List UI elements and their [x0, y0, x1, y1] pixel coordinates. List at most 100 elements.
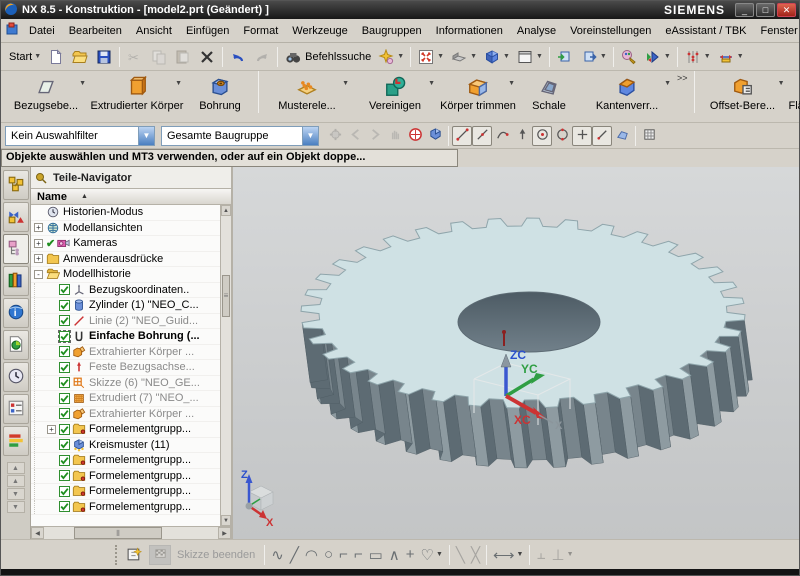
ellipse-button[interactable]: ♡▼ — [418, 543, 446, 567]
redo-button[interactable] — [250, 45, 274, 69]
menu-informationen[interactable]: Informationen — [429, 22, 510, 40]
tree-item[interactable]: Formelementgrupp... — [31, 484, 220, 500]
history-tab[interactable] — [3, 362, 29, 392]
dropdown-caret-icon[interactable]: ▼ — [470, 53, 477, 60]
auto-constrain-button[interactable]: ⊥▼ — [549, 543, 577, 567]
scroll-right-icon[interactable]: ▶ — [218, 527, 231, 539]
collapse-icon[interactable]: - — [34, 270, 43, 279]
tree-item[interactable]: Kreismuster (11) — [31, 438, 220, 454]
geometric-constraints-button[interactable]: ⫠ — [533, 543, 548, 566]
part-navigator-tab[interactable] — [3, 234, 29, 264]
open-file-button[interactable] — [68, 45, 92, 69]
tree-item[interactable]: Feste Bezugsachse... — [31, 360, 220, 376]
chevron-down-icon[interactable]: ▼ — [302, 127, 318, 145]
dropdown-caret-icon[interactable]: ▼ — [664, 53, 671, 60]
web-browser-tab[interactable]: i — [3, 298, 29, 328]
feature-checkbox[interactable] — [59, 424, 70, 435]
prev-selection-button[interactable] — [345, 126, 365, 146]
rectangle-button[interactable]: ▭ — [366, 543, 386, 567]
tree-item[interactable]: Formelementgrupp... — [31, 469, 220, 485]
snap-circle-toggle[interactable] — [552, 126, 572, 146]
feature-checkbox[interactable] — [59, 501, 70, 512]
save-button[interactable] — [92, 45, 116, 69]
tree-item[interactable]: +Anwenderausdrücke — [31, 252, 220, 268]
scroll-up-icon[interactable]: ▲ — [221, 205, 231, 216]
inferred-dimension-button[interactable]: ⟷▼ — [490, 543, 526, 567]
hd3d-tools-tab[interactable] — [3, 330, 29, 360]
tree-item[interactable]: Extrahierter Körper ... — [31, 345, 220, 361]
role-palette-button[interactable] — [617, 45, 641, 69]
scrollbar-thumb[interactable]: ⦀ — [74, 527, 162, 539]
point-button[interactable]: + — [403, 543, 418, 566]
play-button[interactable]: ▼ — [641, 45, 674, 69]
finish-flag-button[interactable] — [146, 542, 174, 568]
assembly-navigator-tab[interactable] — [3, 170, 29, 200]
shaded-view-button[interactable]: ▼ — [447, 45, 480, 69]
maximize-button[interactable]: □ — [756, 3, 775, 17]
tree-item[interactable]: -Modellhistorie — [31, 267, 220, 283]
window-style-button[interactable]: ▼ — [513, 45, 546, 69]
dropdown-caret-icon[interactable]: ▼ — [737, 53, 744, 60]
snap-end-toggle[interactable] — [452, 126, 472, 146]
quick-trim-button[interactable]: ╲ — [453, 543, 468, 567]
fillet-button[interactable]: ⌐ — [336, 543, 351, 566]
feature-checkbox[interactable] — [59, 331, 70, 342]
solid-cube-button[interactable] — [425, 126, 445, 146]
selection-filter-combo[interactable]: Kein Auswahlfilter ▼ — [5, 126, 155, 146]
selection-tool-button[interactable] — [325, 126, 345, 146]
tree-item[interactable]: Zylinder (1) "NEO_C... — [31, 298, 220, 314]
tree-item[interactable]: Extrudiert (7) "NEO_... — [31, 391, 220, 407]
paste-button[interactable] — [171, 45, 195, 69]
dropdown-caret-icon[interactable]: ▼ — [437, 53, 444, 60]
export-window-button[interactable] — [553, 45, 577, 69]
unite-button[interactable]: Vereinigen▼ — [352, 71, 438, 122]
feature-checkbox[interactable] — [59, 455, 70, 466]
quick-extend-button[interactable]: ╳ — [468, 543, 483, 567]
menu-ansicht[interactable]: Ansicht — [129, 22, 179, 40]
scroll-down-icon[interactable]: ▼ — [221, 515, 231, 526]
menu-fenster[interactable]: Fenster — [754, 22, 800, 40]
undo-button[interactable] — [226, 45, 250, 69]
tree-horizontal-scrollbar[interactable]: ◀ ⦀ ▶ — [31, 526, 231, 539]
delete-button[interactable] — [195, 45, 219, 69]
menu-format[interactable]: Format — [236, 22, 285, 40]
menu-datei[interactable]: Datei — [22, 22, 62, 40]
feature-checkbox[interactable] — [59, 408, 70, 419]
command-finder-button[interactable]: Befehlssuche — [281, 45, 374, 69]
toolbar-grip[interactable] — [115, 545, 120, 565]
menu-baugruppen[interactable]: Baugruppen — [355, 22, 429, 40]
expand-icon[interactable]: + — [34, 239, 43, 248]
feature-checkbox[interactable] — [59, 486, 70, 497]
snap-face-toggle[interactable] — [612, 126, 632, 146]
dropdown-caret-icon[interactable]: ▼ — [536, 53, 543, 60]
arc-button[interactable]: ◠ — [302, 543, 321, 567]
profile-button[interactable]: ∿ — [268, 543, 287, 567]
tree-item[interactable]: Extrahierter Körper ... — [31, 407, 220, 423]
scroll-down-icon[interactable]: ▼ — [7, 501, 25, 513]
dropdown-caret-icon[interactable]: ▼ — [175, 80, 182, 87]
dropdown-caret-icon[interactable]: ▼ — [664, 80, 671, 87]
menu-bearbeiten[interactable]: Bearbeiten — [62, 22, 129, 40]
feature-checkbox[interactable] — [59, 315, 70, 326]
tree-vertical-scrollbar[interactable]: ▲ ▼ — [220, 205, 231, 526]
circle-button[interactable]: ○ — [321, 543, 336, 566]
tree-item[interactable]: Linie (2) "NEO_Guid... — [31, 314, 220, 330]
dropdown-caret-icon[interactable]: ▼ — [600, 53, 607, 60]
snap-center-toggle[interactable] — [532, 126, 552, 146]
feature-checkbox[interactable] — [59, 284, 70, 295]
scroll-up-icon[interactable]: ▲ — [7, 462, 25, 474]
dropdown-caret-icon[interactable]: ▼ — [778, 80, 785, 87]
copy-button[interactable] — [147, 45, 171, 69]
dropdown-caret-icon[interactable]: ▼ — [567, 551, 574, 558]
constraints-button[interactable]: ▼ — [681, 45, 714, 69]
tree-item[interactable]: +Formelementgrupp... — [31, 422, 220, 438]
minimize-button[interactable]: _ — [735, 3, 754, 17]
extrude-button[interactable]: Extrudierter Körper▼ — [89, 71, 185, 122]
feature-checkbox[interactable] — [59, 362, 70, 373]
offset-region-button[interactable]: Offset-Bere...▼ — [698, 71, 788, 122]
tree-item[interactable]: +Modellansichten — [31, 221, 220, 237]
grid-button[interactable] — [639, 126, 659, 146]
feature-checkbox[interactable] — [59, 470, 70, 481]
graphics-viewport[interactable]: ZCYCXCXZX — [233, 167, 799, 539]
dropdown-caret-icon[interactable]: ▼ — [516, 551, 523, 558]
